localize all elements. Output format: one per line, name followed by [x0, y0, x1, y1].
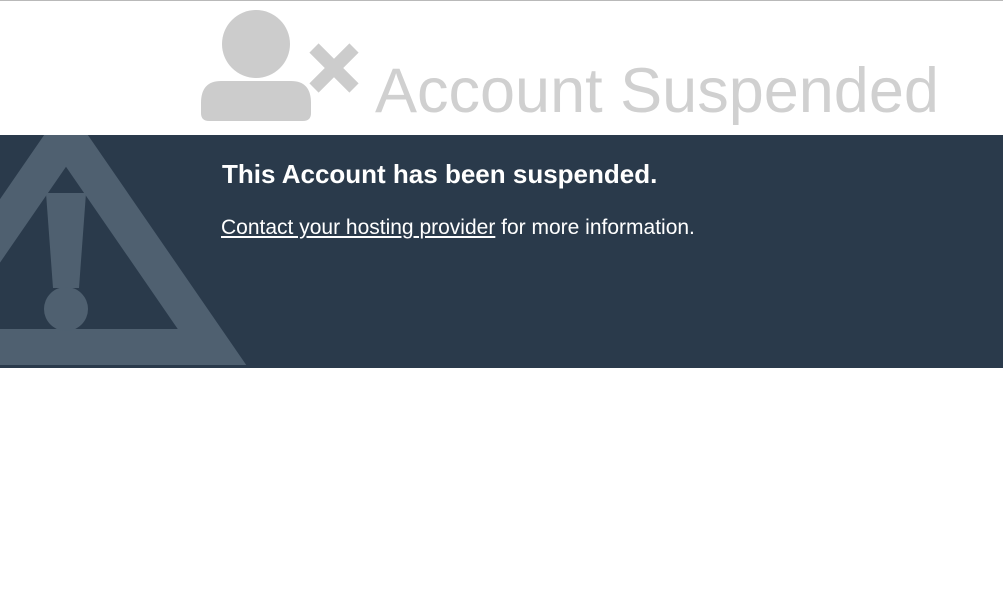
- suspension-heading: This Account has been suspended.: [222, 159, 658, 189]
- suspension-banner: This Account has been suspended. Contact…: [0, 135, 1003, 368]
- contact-message-suffix: for more information.: [495, 216, 695, 239]
- banner-content: This Account has been suspended. Contact…: [221, 158, 695, 242]
- contact-message: Contact your hosting provider for more i…: [221, 214, 695, 242]
- page-title: Account Suspended: [375, 56, 939, 126]
- warning-triangle-icon: [0, 135, 247, 365]
- header: Account Suspended: [0, 1, 1003, 135]
- user-x-icon: [201, 10, 359, 121]
- contact-hosting-provider-link[interactable]: Contact your hosting provider: [221, 216, 495, 239]
